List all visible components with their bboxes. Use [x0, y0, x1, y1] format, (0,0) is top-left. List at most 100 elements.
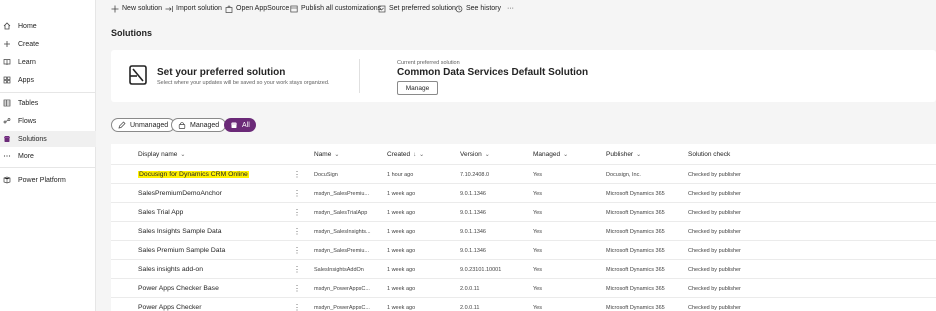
column-header-created[interactable]: Created ↓ ⌄: [387, 151, 424, 158]
cell-version: 9.0.1.1346: [460, 228, 486, 235]
cell-display-name[interactable]: Docusign for Dynamics CRM Online: [138, 165, 288, 184]
cell-name: SalesInsightsAddOn: [314, 266, 364, 273]
history-icon: [454, 4, 463, 13]
column-header-display-name[interactable]: Display name ⌄: [138, 151, 185, 158]
cell-created: 1 week ago: [387, 209, 416, 216]
cell-version: 9.0.1.1346: [460, 209, 486, 216]
see-history-button[interactable]: See history: [454, 3, 501, 14]
see-history-label: See history: [466, 5, 502, 12]
filter-unmanaged[interactable]: Unmanaged: [111, 118, 176, 132]
cell-publisher: Microsoft Dynamics 365: [606, 190, 665, 197]
command-bar: New solution Import solution Open AppSou…: [97, 0, 936, 17]
row-more-icon[interactable]: ⋮: [293, 222, 301, 241]
nav-item-apps[interactable]: Apps: [0, 72, 96, 88]
display-name-text: SalesPremiumDemoAnchor: [138, 190, 222, 197]
cell-name: msdyn_PowerAppsC...: [314, 285, 370, 292]
table-row[interactable]: Power Apps Checker Base ⋮ msdyn_PowerAppsC…: [111, 278, 936, 297]
flow-icon: [3, 117, 11, 125]
more-commands-button[interactable]: ···: [507, 3, 514, 14]
nav-item-create[interactable]: Create: [0, 36, 96, 52]
cell-check: Checked by publisher: [688, 209, 741, 216]
filter-all[interactable]: All: [224, 118, 256, 132]
table-row[interactable]: SalesPremiumDemoAnchor ⋮ msdyn_SalesPremiu…: [111, 183, 936, 202]
cell-check: Checked by publisher: [688, 190, 741, 197]
new-solution-button[interactable]: New solution: [110, 3, 162, 14]
import-solution-button[interactable]: Import solution: [164, 3, 222, 14]
nav-item-learn[interactable]: Learn: [0, 54, 96, 70]
nav-item-label: Create: [18, 40, 40, 48]
row-more-icon[interactable]: ⋮: [293, 260, 301, 279]
nav-item-label: Power Platform: [18, 176, 66, 184]
nav-item-more[interactable]: More: [0, 148, 96, 164]
column-header-publisher[interactable]: Publisher ⌄: [606, 151, 641, 158]
cell-name: msdyn_SalesPremiu...: [314, 247, 370, 254]
cell-managed: Yes: [533, 266, 542, 273]
cell-version: 2.0.0.11: [460, 285, 480, 292]
cell-display-name[interactable]: Sales Insights Sample Data: [138, 222, 288, 241]
nav-item-solutions[interactable]: Solutions: [0, 131, 96, 147]
cell-display-name[interactable]: Sales Trial App: [138, 203, 288, 222]
nav-item-tables[interactable]: Tables: [0, 95, 96, 111]
table-row[interactable]: Sales Premium Sample Data ⋮ msdyn_SalesPre…: [111, 240, 936, 259]
row-more-icon[interactable]: ⋮: [293, 298, 301, 311]
nav-divider: [0, 92, 96, 93]
set-preferred-label: Set preferred solution: [389, 5, 456, 12]
cell-publisher: Microsoft Dynamics 365: [606, 209, 665, 216]
cell-publisher: Microsoft Dynamics 365: [606, 304, 665, 311]
publish-all-label: Publish all customizations: [301, 5, 382, 12]
cell-display-name[interactable]: Sales insights add-on: [138, 260, 288, 279]
cell-display-name[interactable]: Sales Premium Sample Data: [138, 241, 288, 260]
sort-descending-icon: ↓: [413, 151, 417, 158]
column-header-name[interactable]: Name ⌄: [314, 151, 339, 158]
cell-name: msdyn_SalesPremiu...: [314, 190, 370, 197]
row-more-icon[interactable]: ⋮: [293, 241, 301, 260]
cell-version: 9.0.23101.10001: [460, 266, 502, 273]
cell-name: msdyn_SalesInsights...: [314, 228, 371, 235]
cell-created: 1 week ago: [387, 304, 416, 311]
nav-divider: [0, 167, 96, 168]
pencil-icon: [118, 121, 126, 129]
current-preferred-value: Common Data Services Default Solution: [397, 67, 589, 78]
solution-box-icon: [128, 64, 148, 86]
row-more-icon[interactable]: ⋮: [293, 203, 301, 222]
cell-name: msdyn_SalesTrialApp: [314, 209, 368, 216]
row-more-icon[interactable]: ⋮: [293, 279, 301, 298]
nav-item-power-platform[interactable]: Power Platform: [0, 172, 96, 188]
cell-name: msdyn_PowerAppsC...: [314, 304, 370, 311]
plus-icon: [110, 4, 119, 13]
cell-display-name[interactable]: Power Apps Checker: [138, 298, 288, 311]
cell-display-name[interactable]: SalesPremiumDemoAnchor: [138, 184, 288, 203]
column-header-label: Name: [314, 151, 332, 158]
cell-created: 1 week ago: [387, 285, 416, 292]
open-appsource-button[interactable]: Open AppSource: [224, 3, 289, 14]
cell-managed: Yes: [533, 285, 542, 292]
table-row[interactable]: Sales Trial App ⋮ msdyn_SalesTrialApp 1 wee…: [111, 202, 936, 221]
current-preferred-label: Current preferred solution: [397, 60, 460, 66]
column-header-managed[interactable]: Managed ⌄: [533, 151, 568, 158]
nav-item-label: Learn: [18, 58, 36, 66]
nav-item-flows[interactable]: Flows: [0, 113, 96, 129]
column-header-version[interactable]: Version ⌄: [460, 151, 490, 158]
publish-all-button[interactable]: Publish all customizations: [289, 3, 381, 14]
cell-display-name[interactable]: Power Apps Checker Base: [138, 279, 288, 298]
row-more-icon[interactable]: ⋮: [293, 165, 301, 184]
set-preferred-solution-button[interactable]: Set preferred solution: [377, 3, 456, 14]
filter-managed[interactable]: Managed: [171, 118, 227, 132]
cell-version: 9.0.1.1346: [460, 190, 486, 197]
cell-created: 1 week ago: [387, 190, 416, 197]
cell-check: Checked by publisher: [688, 247, 741, 254]
cell-version: 2.0.0.11: [460, 304, 480, 311]
column-header-label: Publisher: [606, 151, 634, 158]
row-more-icon[interactable]: ⋮: [293, 184, 301, 203]
column-header-solution-check[interactable]: Solution check: [688, 151, 730, 158]
chevron-down-icon: ⌄: [419, 152, 425, 158]
table-row[interactable]: Sales Insights Sample Data ⋮ msdyn_SalesIn…: [111, 221, 936, 240]
manage-button[interactable]: Manage: [397, 81, 438, 95]
table-row[interactable]: Docusign for Dynamics CRM Online ⋮ DocuSig…: [111, 164, 936, 183]
cell-check: Checked by publisher: [688, 171, 741, 178]
apps-icon: [3, 76, 11, 84]
nav-item-home[interactable]: Home: [0, 18, 96, 34]
table-row[interactable]: Sales insights add-on ⋮ SalesInsightsAddOn…: [111, 259, 936, 278]
table-row[interactable]: Power Apps Checker ⋮ msdyn_PowerAppsC... 1 …: [111, 297, 936, 311]
chevron-down-icon: ⌄: [636, 152, 642, 158]
